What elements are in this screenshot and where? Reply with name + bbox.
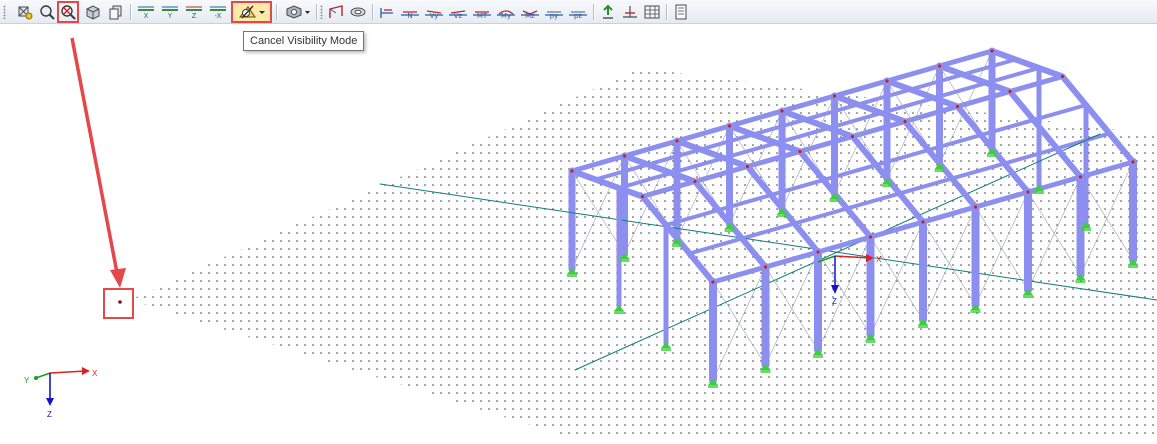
node[interactable] xyxy=(798,149,802,154)
result-vz-button[interactable]: Vz xyxy=(447,3,469,21)
result-vy-button[interactable]: Vy xyxy=(423,3,445,21)
node[interactable] xyxy=(850,134,855,139)
copy-view-icon xyxy=(109,5,122,20)
result-mz-button[interactable]: Mz xyxy=(519,3,541,21)
result-n-label: N xyxy=(407,12,413,20)
display-properties-icon xyxy=(18,6,33,20)
cancel-visibility-mode-icon xyxy=(238,5,256,19)
support-reactions-icon xyxy=(603,4,613,19)
result-py-button[interactable]: py xyxy=(543,3,565,21)
node[interactable] xyxy=(622,154,627,158)
node[interactable] xyxy=(745,164,750,169)
global-axis-system: X Y Z xyxy=(24,367,98,419)
node[interactable] xyxy=(640,194,645,199)
node[interactable] xyxy=(1060,74,1065,79)
report-icon xyxy=(675,4,687,20)
node[interactable] xyxy=(903,119,907,124)
result-vz-label: Vz xyxy=(453,12,463,20)
global-z-label: Z xyxy=(47,410,52,419)
main-toolbar: X Y Z -X N Vy Vz MT My Mz py pz xyxy=(0,0,1157,24)
render-options-icon xyxy=(286,5,301,19)
member-line-button[interactable] xyxy=(326,3,346,21)
node[interactable] xyxy=(868,235,873,239)
copy-view-button[interactable] xyxy=(106,3,126,21)
axis-z-label: Z xyxy=(832,297,837,306)
result-pz-button[interactable]: pz xyxy=(567,3,589,21)
grid-table-icon xyxy=(644,5,660,19)
section-icon xyxy=(350,7,366,17)
visibility-mode-button[interactable] xyxy=(57,1,79,23)
hidden-node[interactable] xyxy=(118,300,122,304)
node[interactable] xyxy=(1008,89,1012,94)
node[interactable] xyxy=(816,250,820,254)
view-minus-x-button[interactable]: -X xyxy=(207,3,229,21)
visibility-mode-icon xyxy=(61,5,76,20)
node[interactable] xyxy=(885,79,889,83)
view-3d-icon xyxy=(86,5,100,20)
global-x-label: X xyxy=(92,369,98,378)
result-py-label: py xyxy=(549,12,559,20)
result-mt-label: MT xyxy=(476,12,488,20)
result-my-label: My xyxy=(500,12,512,20)
stress-icon xyxy=(623,6,637,18)
result-vy-label: Vy xyxy=(429,12,439,20)
toolbar-grip[interactable] xyxy=(3,5,6,19)
highlight-box xyxy=(103,288,134,319)
support-reactions-button[interactable] xyxy=(598,3,618,21)
result-mt-button[interactable]: MT xyxy=(471,3,493,21)
result-u-button[interactable] xyxy=(377,3,397,21)
view-z-label: Z xyxy=(191,12,197,20)
result-n-button[interactable]: N xyxy=(399,3,421,21)
work-plane-grid xyxy=(130,68,1157,439)
result-u-icon xyxy=(380,8,393,18)
result-my-button[interactable]: My xyxy=(495,3,517,21)
view-x-label: X xyxy=(143,12,149,20)
node[interactable] xyxy=(727,124,732,128)
toolbar-grip[interactable] xyxy=(320,5,323,19)
node[interactable] xyxy=(711,280,715,284)
node[interactable] xyxy=(1131,160,1135,164)
view-y-button[interactable]: Y xyxy=(159,3,181,21)
node[interactable] xyxy=(570,169,574,173)
node[interactable] xyxy=(921,220,925,224)
view-zoom-button[interactable] xyxy=(37,3,57,21)
global-y-label: Y xyxy=(24,376,30,385)
node[interactable] xyxy=(832,94,837,98)
node[interactable] xyxy=(973,205,978,209)
node[interactable] xyxy=(955,104,960,109)
node[interactable] xyxy=(763,265,768,269)
view-z-button[interactable]: Z xyxy=(183,3,205,21)
model-viewport[interactable]: X Z X Y Z xyxy=(0,5,1157,439)
chevron-down-icon[interactable] xyxy=(304,4,311,20)
node[interactable] xyxy=(675,139,679,143)
stress-button[interactable] xyxy=(620,3,640,21)
node[interactable] xyxy=(937,64,942,68)
report-button[interactable] xyxy=(671,3,691,21)
member-line-icon xyxy=(329,5,343,18)
view-3d-button[interactable] xyxy=(83,3,103,21)
render-options-button[interactable] xyxy=(282,3,312,21)
chevron-down-icon[interactable] xyxy=(258,4,266,20)
result-pz-label: pz xyxy=(573,12,583,20)
annotation-arrows xyxy=(70,5,232,288)
model-scene[interactable]: X Z X Y Z xyxy=(0,5,1157,439)
axis-x-label: X xyxy=(876,255,882,264)
node[interactable] xyxy=(780,109,784,113)
node[interactable] xyxy=(1026,190,1030,194)
node[interactable] xyxy=(1078,175,1083,179)
view-y-label: Y xyxy=(167,12,173,20)
display-properties-button[interactable] xyxy=(15,3,35,21)
result-mz-label: Mz xyxy=(525,12,535,20)
node[interactable] xyxy=(693,179,697,184)
section-button[interactable] xyxy=(348,3,368,21)
view-zoom-icon xyxy=(40,5,55,20)
view-x-button[interactable]: X xyxy=(135,3,157,21)
view-minus-x-label: -X xyxy=(214,12,222,20)
cancel-visibility-mode-button[interactable] xyxy=(231,1,272,23)
grid-table-button[interactable] xyxy=(642,3,662,21)
node[interactable] xyxy=(990,49,994,53)
